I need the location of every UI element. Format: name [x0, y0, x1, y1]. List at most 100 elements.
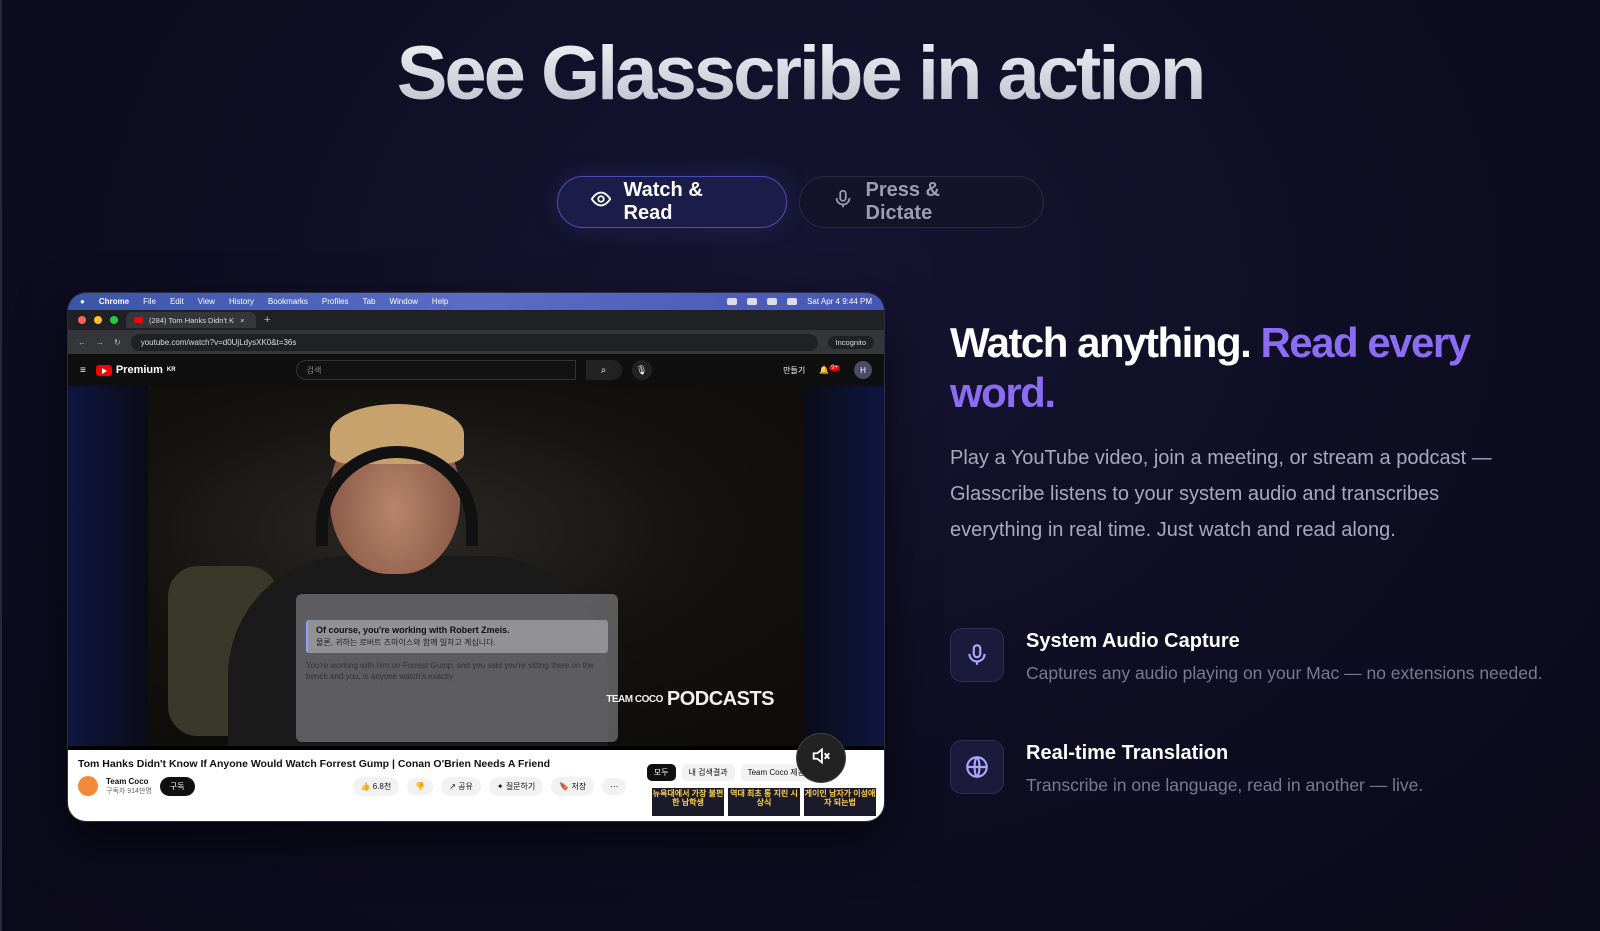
speaker-muted-icon: [810, 745, 832, 772]
wifi-icon: [787, 298, 798, 305]
menu-clock: Sat Apr 4 9:44 PM: [807, 297, 872, 306]
feature-translation: Real-time Translation Transcribe in one …: [950, 740, 1546, 799]
browser-tab-title: (284) Tom Hanks Didn't K: [149, 315, 235, 325]
feature-system-audio: System Audio Capture Captures any audio …: [950, 628, 1546, 687]
youtube-logo-text: Premium: [115, 364, 163, 376]
demo-screenshot: ● Chrome File Edit View History Bookmark…: [68, 293, 884, 821]
feature-text: Captures any audio playing on your Mac —…: [1026, 663, 1543, 683]
mic-icon: [950, 628, 1004, 682]
apple-icon: ●: [80, 297, 85, 306]
status-icon: [747, 298, 758, 305]
save-button: 🔖 저장: [551, 776, 595, 796]
menu-item: Bookmarks: [267, 297, 308, 306]
menu-item: Help: [431, 297, 449, 306]
maximize-window-icon: [110, 316, 118, 324]
share-button: ↗ 공유: [441, 776, 481, 796]
new-tab-icon: +: [264, 314, 271, 326]
like-count: 6.8천: [372, 781, 392, 791]
youtube-search-input: 검색: [295, 360, 576, 380]
voice-search-icon: 🎙: [631, 360, 652, 380]
subscribe-button: 구독: [159, 776, 195, 796]
hamburger-menu-icon: ≡: [80, 364, 86, 376]
team-coco-podcasts-logo: TEAM COCO PODCASTS: [606, 688, 774, 711]
reload-icon: ↻: [114, 337, 121, 347]
back-icon: ←: [78, 337, 86, 347]
status-icon: [727, 298, 738, 305]
globe-icon: [950, 740, 1004, 794]
tab-label: Watch & Read: [623, 179, 703, 224]
brand-big: PODCASTS: [666, 688, 775, 710]
related-thumbnails: 뉴욕대에서 가장 불편한 남학생 역대 최초 통 지린 시상식 게이인 남자가 …: [652, 788, 876, 816]
browser-tab-strip: (284) Tom Hanks Didn't K × +: [68, 310, 884, 330]
section-headline: Watch anything. Read every word.: [950, 318, 1550, 419]
menu-item: Profiles: [321, 297, 349, 306]
minimize-window-icon: [94, 316, 102, 324]
mute-toggle[interactable]: [796, 733, 846, 783]
headline-plain: Watch anything.: [950, 319, 1252, 366]
caption-translation: 물론, 귀하는 로버트 즈마이스와 함께 일하고 계십니다.: [316, 638, 496, 647]
tab-watch-read[interactable]: Watch & Read: [556, 176, 787, 228]
eye-icon: [590, 188, 612, 216]
browser-toolbar: ← → ↻ youtube.com/watch?v=d0UjLdysXK0&t=…: [68, 330, 884, 354]
dislike-icon: 👎: [407, 777, 434, 795]
close-window-icon: [78, 316, 86, 324]
more-icon: ⋯: [602, 777, 627, 795]
page-title: See Glasscribe in action: [0, 30, 1600, 117]
mac-menu-bar: ● Chrome File Edit View History Bookmark…: [68, 293, 884, 310]
thumbnail: 뉴욕대에서 가장 불편한 남학생: [652, 788, 724, 816]
caption-original: Of course, you're working with Robert Zm…: [316, 625, 510, 635]
notification-count: 9+: [829, 365, 840, 372]
brand-small: TEAM COCO: [606, 693, 663, 705]
subscriber-count: 구독자 914만명: [106, 787, 152, 795]
tab-label: Press & Dictate: [865, 179, 941, 224]
menu-item: File: [143, 297, 156, 306]
youtube-favicon-icon: [134, 317, 143, 323]
stage-light-left: [68, 386, 148, 746]
menu-item: View: [197, 297, 215, 306]
create-button: 만들기: [783, 365, 806, 375]
menu-item: Edit: [169, 297, 184, 306]
glasscribe-overlay: Of course, you're working with Robert Zm…: [296, 594, 618, 742]
share-label: 공유: [458, 781, 473, 791]
related-chips: 모두 내 검색결과 Team Coco 제공: [646, 764, 812, 781]
menu-item: Tab: [362, 297, 376, 306]
stage-light-right: [804, 386, 884, 746]
channel-name: Team Coco: [106, 776, 149, 786]
caption-next: You're working with him on Forrest Gump,…: [306, 661, 594, 681]
feature-title: System Audio Capture: [1026, 630, 1240, 652]
menu-app: Chrome: [98, 297, 130, 306]
video-info: Tom Hanks Didn't Know If Anyone Would Wa…: [68, 750, 884, 821]
ask-button: ✦ 질문하기: [488, 776, 544, 796]
like-button: 👍 6.8천: [352, 776, 400, 796]
save-label: 저장: [571, 781, 587, 791]
browser-tab: (284) Tom Hanks Didn't K ×: [126, 312, 256, 328]
avatar: H: [854, 361, 872, 379]
youtube-logo: Premium KR: [95, 364, 176, 376]
status-icon: [767, 298, 778, 305]
thumbnail: 게이인 남자가 이성애자 되는법: [804, 788, 876, 816]
video-player: Of course, you're working with Robert Zm…: [68, 386, 884, 746]
youtube-play-icon: [95, 364, 112, 376]
chip: 모두: [646, 764, 676, 781]
youtube-header: ≡ Premium KR 검색 ⌕ 🎙 만들기 🔔 9+ H: [68, 354, 884, 386]
chip: 내 검색결과: [681, 764, 735, 781]
section-description: Play a YouTube video, join a meeting, or…: [950, 447, 1492, 541]
channel-avatar: [78, 776, 98, 796]
incognito-badge: Incognito: [827, 335, 874, 349]
forward-icon: →: [96, 337, 104, 347]
page-edge: [0, 0, 2, 931]
close-tab-icon: ×: [240, 315, 245, 325]
current-caption: Of course, you're working with Robert Zm…: [306, 620, 608, 653]
notification-bell-icon: 🔔 9+: [819, 365, 840, 375]
mic-icon: [832, 188, 854, 216]
feature-title: Real-time Translation: [1026, 742, 1229, 764]
menu-item: Window: [389, 297, 418, 306]
tab-press-dictate[interactable]: Press & Dictate: [798, 176, 1044, 228]
mode-tabs: Watch & Read Press & Dictate: [0, 176, 1600, 228]
menu-item: History: [228, 297, 254, 306]
search-icon: ⌕: [585, 360, 622, 380]
region-badge: KR: [166, 367, 176, 373]
thumbnail: 역대 최초 통 지린 시상식: [728, 788, 800, 816]
ask-label: 질문하기: [505, 781, 536, 791]
feature-text: Transcribe in one language, read in anot…: [1026, 775, 1424, 795]
